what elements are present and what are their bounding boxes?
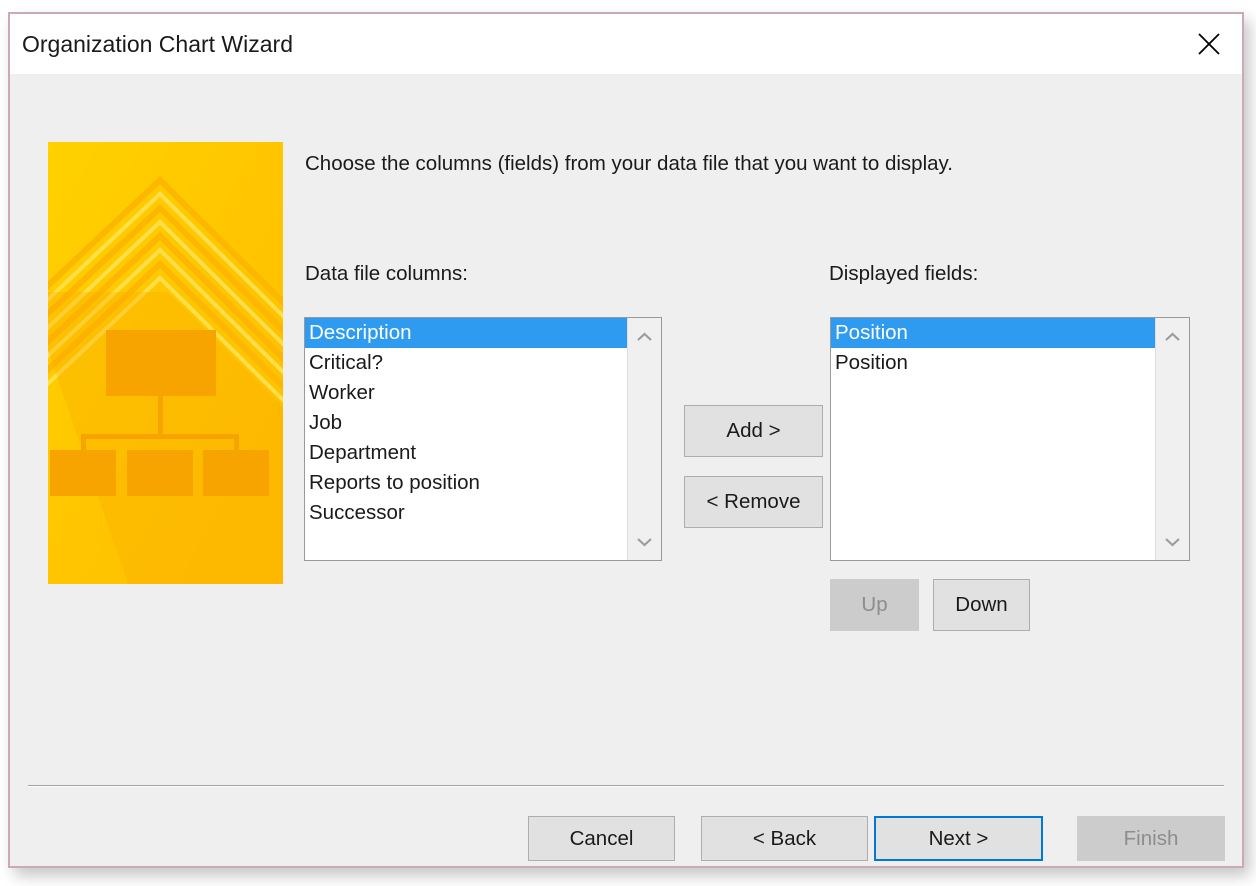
wizard-banner-image [48,142,283,584]
right-list-scrollbar[interactable] [1155,318,1189,560]
dialog-body: Choose the columns (fields) from your da… [10,74,1242,866]
next-button[interactable]: Next > [874,816,1043,861]
scroll-down-icon[interactable] [628,530,661,552]
window-title: Organization Chart Wizard [22,31,293,57]
list-item[interactable]: Critical? [305,348,627,378]
remove-field-button[interactable]: < Remove [684,476,823,528]
instruction-text: Choose the columns (fields) from your da… [305,152,953,175]
move-up-button[interactable]: Up [830,579,919,631]
scroll-down-icon[interactable] [1156,530,1189,552]
close-icon[interactable] [1180,14,1238,74]
list-item[interactable]: Position [831,348,1155,378]
displayed-fields-label: Displayed fields: [829,262,979,285]
move-down-button[interactable]: Down [933,579,1030,631]
list-item[interactable]: Position [831,318,1155,348]
finish-button[interactable]: Finish [1077,816,1225,861]
data-file-columns-listbox[interactable]: Description Critical? Worker Job Departm… [304,317,662,561]
list-item[interactable]: Worker [305,378,627,408]
displayed-fields-listbox[interactable]: Position Position [830,317,1190,561]
organization-chart-wizard-dialog: Organization Chart Wizard Choose the col… [8,12,1244,868]
scroll-up-icon[interactable] [628,326,661,348]
cancel-button[interactable]: Cancel [528,816,675,861]
footer-separator [28,785,1224,787]
add-field-button[interactable]: Add > [684,405,823,457]
list-item[interactable]: Description [305,318,627,348]
data-file-columns-label: Data file columns: [305,262,468,285]
scroll-up-icon[interactable] [1156,326,1189,348]
left-list-scrollbar[interactable] [627,318,661,560]
list-item[interactable]: Department [305,438,627,468]
data-file-columns-items: Description Critical? Worker Job Departm… [305,318,627,560]
list-item[interactable]: Job [305,408,627,438]
title-bar: Organization Chart Wizard [10,14,1242,74]
back-button[interactable]: < Back [701,816,868,861]
list-item[interactable]: Reports to position [305,468,627,498]
displayed-fields-items: Position Position [831,318,1155,560]
list-item[interactable]: Successor [305,498,627,528]
